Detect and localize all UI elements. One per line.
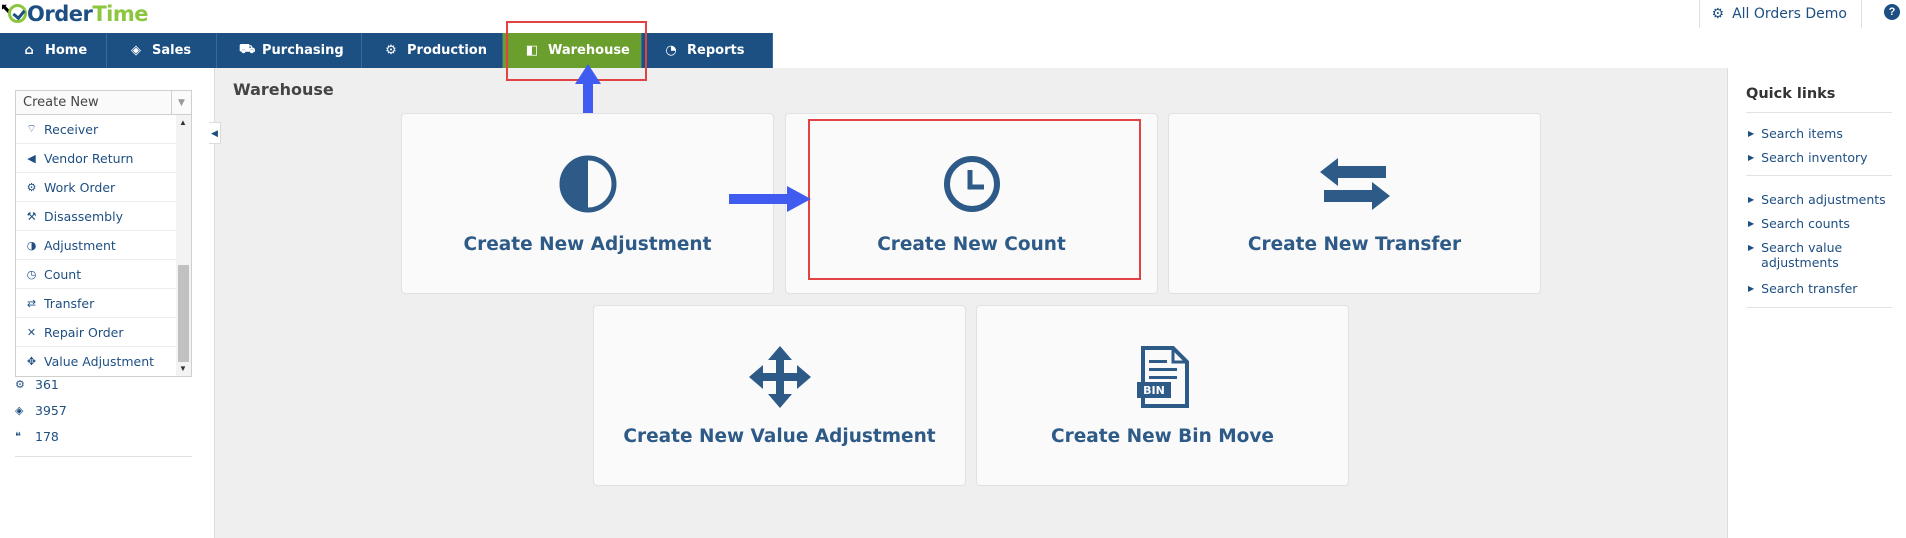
quick-link-search-inventory[interactable]: ▶ Search inventory <box>1748 150 1888 165</box>
create-new-select[interactable]: Create New ▼ <box>15 90 192 115</box>
card-create-bin-move-label: Create New Bin Move <box>1051 426 1274 447</box>
nav-home[interactable]: ⌂ Home <box>0 33 107 68</box>
quote-icon: ❝ <box>15 429 21 443</box>
dropdown-item-work-order[interactable]: ⚙ Work Order <box>16 173 176 202</box>
nav-sales[interactable]: ◈ Sales <box>107 33 217 68</box>
collapse-sidebar-icon[interactable]: ◀ <box>209 122 221 144</box>
wrench-icon: ✕ <box>26 325 37 339</box>
scrollbar-thumb[interactable] <box>178 265 189 362</box>
chevron-down-icon[interactable]: ▼ <box>171 91 191 114</box>
cogs-icon: ⚙ <box>385 43 397 58</box>
account-menu[interactable]: ⚙ All Orders Demo <box>1698 0 1862 28</box>
logo-check-icon <box>8 4 27 23</box>
nav-reports[interactable]: ◔ Reports <box>642 33 773 68</box>
dropdown-item-repair-order[interactable]: ✕ Repair Order <box>16 318 176 347</box>
chevron-right-icon: ▶ <box>1748 153 1755 162</box>
dropdown-item-value-adjustment[interactable]: ✥ Value Adjustment <box>16 347 176 376</box>
bin-icon-text: BIN <box>1143 384 1165 397</box>
stat-tags[interactable]: ◈ 3957 <box>15 397 67 423</box>
bin-document-icon: BIN <box>977 346 1348 410</box>
nav-production-label: Production <box>407 43 487 58</box>
quick-links-sidebar: Quick links ▶ Search items ▶ Search invent… <box>1727 68 1906 538</box>
nav-production[interactable]: ⚙ Production <box>362 33 503 68</box>
divider <box>15 456 192 457</box>
main-nav: ⌂ Home ◈ Sales ⛟ Purchasing ⚙ Production… <box>0 33 1906 68</box>
create-new-dropdown: ⌔ Receiver ◀ Vendor Return ⚙ Work Order ⚒ Di… <box>15 115 192 377</box>
contrast-icon: ◑ <box>26 238 37 252</box>
count-highlight-box <box>808 119 1141 280</box>
clock-icon: ◷ <box>26 267 37 281</box>
stat-quotes[interactable]: ❝ 178 <box>15 423 67 449</box>
gear-icon: ⚙ <box>15 377 25 391</box>
divider <box>1746 175 1892 176</box>
card-create-transfer-label: Create New Transfer <box>1247 234 1462 255</box>
wifi-icon: ⌔ <box>26 122 37 135</box>
card-create-transfer[interactable]: Create New Transfer <box>1168 113 1541 294</box>
contrast-icon <box>402 154 773 218</box>
chevron-right-icon: ▶ <box>1748 284 1755 293</box>
top-header: ⬉ OrderTime ⚙ All Orders Demo ? <box>0 0 1906 33</box>
return-icon: ◀ <box>27 151 36 165</box>
account-label: All Orders Demo <box>1732 6 1847 22</box>
chevron-right-icon: ▶ <box>1748 129 1755 138</box>
dropdown-item-receiver[interactable]: ⌔ Receiver <box>16 115 176 144</box>
exchange-icon <box>1169 154 1540 218</box>
quick-link-search-items[interactable]: ▶ Search items <box>1748 126 1888 141</box>
card-create-adjustment[interactable]: Create New Adjustment <box>401 113 774 294</box>
cart-icon: ⛟ <box>239 42 256 57</box>
quick-link-search-transfer[interactable]: ▶ Search transfer <box>1748 281 1888 296</box>
nav-purchasing-label: Purchasing <box>262 43 344 58</box>
page-title: Warehouse <box>233 80 334 99</box>
nav-purchasing[interactable]: ⛟ Purchasing <box>217 33 362 68</box>
gear-icon: ⚙ <box>26 180 37 194</box>
gear-icon: ⚙ <box>1711 6 1725 22</box>
dropdown-scrollbar[interactable]: ▲ ▼ <box>176 115 191 376</box>
card-create-adjustment-label: Create New Adjustment <box>463 234 712 255</box>
exchange-icon: ⇄ <box>26 296 37 310</box>
left-sidebar: Create New ▼ ⌔ Receiver ◀ Vendor Return ⚙ W… <box>0 68 215 538</box>
hammer-icon: ⚒ <box>26 209 37 223</box>
dropdown-item-disassembly[interactable]: ⚒ Disassembly <box>16 202 176 231</box>
home-icon: ⌂ <box>24 43 34 58</box>
quick-links-title: Quick links <box>1746 86 1836 102</box>
tag-icon: ◈ <box>15 403 24 417</box>
right-arrow-annotation-icon <box>729 186 811 212</box>
move-icon <box>594 346 965 410</box>
pie-chart-icon: ◔ <box>665 43 677 58</box>
dropdown-item-adjustment[interactable]: ◑ Adjustment <box>16 231 176 260</box>
scroll-up-icon[interactable]: ▲ <box>179 118 187 127</box>
dropdown-item-transfer[interactable]: ⇄ Transfer <box>16 289 176 318</box>
move-icon: ✥ <box>26 355 37 368</box>
quick-link-search-counts[interactable]: ▶ Search counts <box>1748 216 1888 231</box>
card-create-bin-move[interactable]: BIN Create New Bin Move <box>976 305 1349 486</box>
tag-icon: ◈ <box>131 43 141 58</box>
card-create-value-adjustment[interactable]: Create New Value Adjustment <box>593 305 966 486</box>
app-logo[interactable]: OrderTime <box>8 2 148 26</box>
card-create-value-adjustment-label: Create New Value Adjustment <box>623 426 936 447</box>
divider <box>1746 307 1892 308</box>
divider <box>1746 112 1892 113</box>
chevron-right-icon: ▶ <box>1748 243 1755 252</box>
dropdown-item-count[interactable]: ◷ Count <box>16 260 176 289</box>
nav-sales-label: Sales <box>152 43 192 58</box>
help-icon[interactable]: ? <box>1884 4 1900 20</box>
stats-list: ⚙ 361 ◈ 3957 ❝ 178 <box>15 371 67 449</box>
quick-link-search-value-adjustments[interactable]: ▶ Search value adjustments <box>1748 240 1888 270</box>
scroll-down-icon[interactable]: ▼ <box>179 364 187 373</box>
nav-home-label: Home <box>45 43 88 58</box>
nav-empty-area <box>773 33 1906 68</box>
quick-link-search-adjustments[interactable]: ▶ Search adjustments <box>1748 192 1888 207</box>
create-new-select-value: Create New <box>23 95 99 110</box>
chevron-right-icon: ▶ <box>1748 219 1755 228</box>
chevron-right-icon: ▶ <box>1748 195 1755 204</box>
nav-reports-label: Reports <box>687 43 745 58</box>
dropdown-item-vendor-return[interactable]: ◀ Vendor Return <box>16 144 176 173</box>
